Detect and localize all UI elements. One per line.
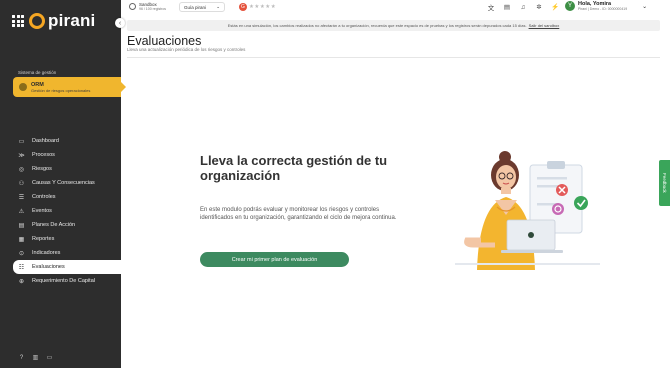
feedback-label: Feedback (662, 173, 667, 193)
empty-state-title: Lleva la correcta gestión de tu organiza… (200, 153, 388, 183)
sidebar-bottom-actions: ? ▥ ▭ (18, 354, 53, 362)
page-title: Evaluaciones (127, 34, 202, 48)
risk-icon: ◎ (18, 166, 25, 173)
sidebar-item-label: Reportes (32, 236, 55, 242)
rating-badge: G (239, 3, 247, 11)
cause-effect-icon: ⚇ (18, 180, 25, 187)
chevron-down-icon: ⌄ (642, 3, 648, 10)
sidebar-item-label: Indicadores (32, 250, 61, 256)
sidebar-item-label: Evaluaciones (32, 264, 65, 270)
avatar: Y (565, 1, 575, 11)
sidebar-item-requerimiento-de-capital[interactable]: ⊕ Requerimiento De Capital (0, 274, 121, 288)
capital-icon: ⊕ (18, 278, 25, 285)
pirani-logo-icon (29, 13, 45, 29)
settings-icon[interactable]: ✲ (535, 3, 543, 11)
sidebar-item-label: Planes De Acción (32, 222, 76, 228)
evaluation-illustration (455, 151, 600, 270)
guide-label: Guía pirani (184, 4, 207, 10)
sidebar-item-label: Controles (32, 194, 56, 200)
bell-icon[interactable]: ♫ (519, 3, 527, 11)
sidebar-item-reportes[interactable]: ▦ Reportes (0, 232, 121, 246)
sidebar-item-label: Requerimiento De Capital (32, 278, 95, 284)
controls-icon: ☰ (18, 194, 25, 201)
sidebar-item-procesos[interactable]: ≫ Procesos (0, 148, 121, 162)
empty-state-description: En este modulo podrás evaluar y monitore… (200, 207, 397, 221)
document-icon[interactable]: ▤ (503, 3, 511, 11)
action-plan-icon: ▤ (18, 222, 25, 229)
sidebar-item-dashboard[interactable]: ▭ Dashboard (0, 134, 121, 148)
topbar: Sandbox 96 / 100 registros Guía pirani ⌄… (121, 0, 670, 15)
collapse-sidebar-button[interactable]: ‹ (115, 18, 125, 28)
warning-icon: ⚠ (18, 208, 25, 215)
sidebar-item-evaluaciones[interactable]: ☷ Evaluaciones (13, 260, 121, 274)
section-label: Sistema de gestión (18, 70, 57, 75)
translate-icon[interactable]: 文 (487, 3, 495, 12)
sidebar-item-label: Causas Y Consecuencias (32, 180, 95, 186)
reports-icon: ▦ (18, 236, 25, 243)
sidebar-item-riesgos[interactable]: ◎ Riesgos (0, 162, 121, 176)
indicators-icon: ⊙ (18, 250, 25, 257)
sandbox-icon (129, 3, 136, 10)
stars-icon[interactable]: ★★★★★ (249, 4, 276, 10)
sandbox-records: 96 / 100 registros (139, 7, 167, 11)
app-logo[interactable]: pirani (12, 11, 96, 31)
sidebar-item-label: Procesos (32, 152, 55, 158)
sidebar-item-eventos[interactable]: ⚠ Eventos (0, 204, 121, 218)
sidebar-item-causas-y-consecuencias[interactable]: ⚇ Causas Y Consecuencias (0, 176, 121, 190)
apps-grid-icon[interactable] (12, 15, 24, 27)
sidebar: pirani Sistema de gestión ORM Gestión de… (0, 0, 126, 368)
create-evaluation-plan-button[interactable]: Crear mi primer plan de evaluación (200, 252, 349, 267)
guide-dropdown[interactable]: Guía pirani ⌄ (179, 2, 225, 12)
sidebar-item-planes-de-acción[interactable]: ▤ Planes De Acción (0, 218, 121, 232)
monitor-icon: ▭ (18, 138, 25, 145)
sidebar-item-label: Riesgos (32, 166, 52, 172)
banner-text: Estás en una simulación, los cambios rea… (227, 23, 527, 28)
magic-wand-icon[interactable]: ⚡ (551, 3, 559, 11)
evaluations-icon: ☷ (18, 264, 25, 271)
help-icon[interactable]: ? (18, 354, 25, 361)
rating-widget[interactable]: G ★★★★★ (239, 3, 276, 11)
sandbox-notice-banner: Estás en una simulación, los cambios rea… (127, 20, 660, 31)
module-subtitle: Gestión de riesgos operacionales (31, 87, 91, 93)
user-org: Pirani | Demo - ID: 0000000419 (578, 7, 628, 11)
user-menu[interactable]: Y Hola, Yomira Pirani | Demo - ID: 00000… (565, 1, 647, 11)
sidebar-item-indicadores[interactable]: ⊙ Indicadores (0, 246, 121, 260)
orm-icon (19, 83, 27, 91)
sidebar-nav: ▭ Dashboard ≫ Procesos ◎ Riesgos ⚇ Causas Y Con… (0, 134, 121, 288)
page-subtitle: Lleva una actualización periódica de los… (127, 47, 246, 52)
topbar-icons: 文 ▤ ♫ ✲ ⚡ (487, 3, 559, 13)
card-icon[interactable]: ▭ (46, 354, 53, 361)
sidebar-item-label: Eventos (32, 208, 52, 214)
processes-icon: ≫ (18, 152, 25, 159)
sidebar-item-label: Dashboard (32, 138, 59, 144)
building-icon[interactable]: ▥ (32, 354, 39, 361)
module-selector-orm[interactable]: ORM Gestión de riesgos operacionales (13, 77, 126, 97)
feedback-tab[interactable]: Feedback (659, 160, 670, 206)
logo-text: pirani (48, 11, 96, 30)
sidebar-item-controles[interactable]: ☰ Controles (0, 190, 121, 204)
exit-sandbox-link[interactable]: Salir del sandbox (529, 23, 560, 28)
chevron-down-icon: ⌄ (216, 4, 220, 9)
sandbox-indicator[interactable]: Sandbox 96 / 100 registros (129, 2, 166, 11)
header-divider (127, 57, 660, 58)
